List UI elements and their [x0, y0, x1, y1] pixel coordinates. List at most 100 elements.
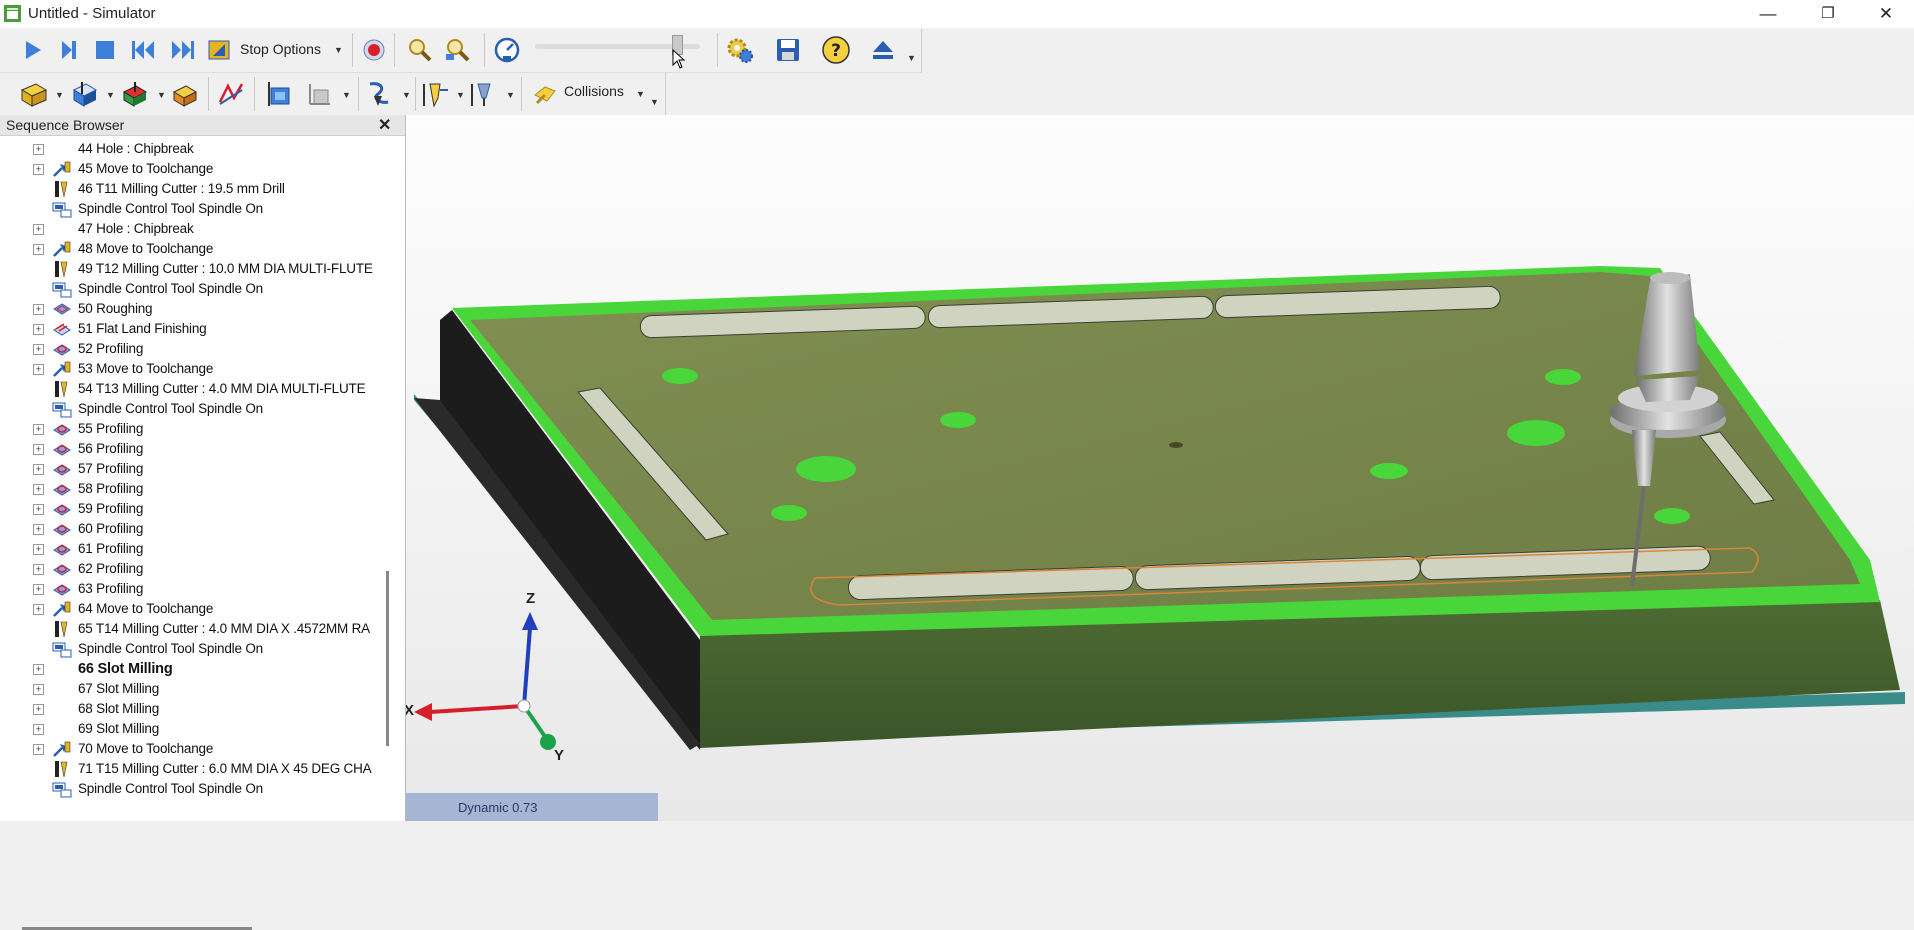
play-button[interactable]	[16, 33, 50, 67]
zoom-button[interactable]	[403, 33, 437, 67]
rewind-button[interactable]	[126, 33, 160, 67]
sequence-row[interactable]: 46 T11 Milling Cutter : 19.5 mm Drill	[0, 179, 380, 199]
sequence-tree[interactable]: +44 Hole : Chipbreak +45 Move to Toolchan…	[0, 139, 380, 811]
expand-icon[interactable]: +	[33, 444, 44, 455]
expand-icon[interactable]: +	[33, 524, 44, 535]
sequence-row[interactable]: Spindle Control Tool Spindle On	[0, 279, 380, 299]
minimize-button[interactable]: —	[1740, 0, 1796, 28]
sequence-row[interactable]: +48 Move to Toolchange	[0, 239, 380, 259]
expand-icon[interactable]: +	[33, 344, 44, 355]
sequence-row[interactable]: +58 Profiling	[0, 479, 380, 499]
stop-options-button[interactable]	[202, 33, 236, 67]
dropdown-icon[interactable]: ▼	[506, 90, 515, 100]
view-stock-button[interactable]	[66, 77, 100, 111]
dropdown-icon[interactable]: ▼	[106, 90, 115, 100]
settings-button[interactable]	[723, 33, 757, 67]
expand-icon[interactable]: +	[33, 224, 44, 235]
sequence-row[interactable]: +69 Slot Milling	[0, 719, 380, 739]
sequence-row[interactable]: +53 Move to Toolchange	[0, 359, 380, 379]
view-part-button[interactable]	[16, 77, 50, 111]
expand-icon[interactable]: +	[33, 664, 44, 675]
dropdown-icon[interactable]: ▼	[157, 90, 166, 100]
sequence-row[interactable]: 54 T13 Milling Cutter : 4.0 MM DIA MULTI…	[0, 379, 380, 399]
view-machine-button[interactable]	[168, 77, 202, 111]
save-button[interactable]	[771, 33, 805, 67]
dropdown-icon[interactable]: ▼	[456, 90, 465, 100]
expand-icon[interactable]: +	[33, 684, 44, 695]
view-top-button[interactable]	[263, 77, 297, 111]
expand-icon[interactable]: +	[33, 504, 44, 515]
sequence-row[interactable]: Spindle Control Tool Spindle On	[0, 199, 380, 219]
vertical-scrollbar[interactable]	[386, 571, 389, 746]
dropdown-icon[interactable]: ▼	[342, 90, 351, 100]
stop-button[interactable]	[88, 33, 122, 67]
sequence-row[interactable]: +70 Move to Toolchange	[0, 739, 380, 759]
stop-options-label[interactable]: Stop Options	[240, 41, 321, 57]
expand-icon[interactable]: +	[33, 304, 44, 315]
holder-display-button[interactable]	[466, 77, 500, 111]
simulation-viewport[interactable]: Z X Y	[406, 115, 1914, 821]
sequence-row[interactable]: +57 Profiling	[0, 459, 380, 479]
sequence-row[interactable]: +68 Slot Milling	[0, 699, 380, 719]
stop-options-dropdown-icon[interactable]: ▼	[334, 45, 343, 55]
toolbar-overflow-icon[interactable]: ▼	[650, 97, 659, 107]
sequence-row[interactable]: 71 T15 Milling Cutter : 6.0 MM DIA X 45 …	[0, 759, 380, 779]
view-fixture-button[interactable]	[117, 77, 151, 111]
sequence-row[interactable]: +52 Profiling	[0, 339, 380, 359]
step-button[interactable]	[52, 33, 86, 67]
tool-display-button[interactable]	[418, 77, 452, 111]
sequence-row[interactable]: +50 Roughing	[0, 299, 380, 319]
sequence-row[interactable]: +66 Slot Milling	[0, 659, 380, 679]
fast-forward-button[interactable]	[166, 33, 200, 67]
expand-icon[interactable]: +	[33, 584, 44, 595]
sequence-row[interactable]: +63 Profiling	[0, 579, 380, 599]
view-orient-button[interactable]	[302, 77, 336, 111]
help-button[interactable]: ?	[819, 33, 853, 67]
close-button[interactable]: ✕	[1858, 0, 1914, 28]
restore-button[interactable]: ❐	[1800, 0, 1856, 28]
sequence-row[interactable]: +47 Hole : Chipbreak	[0, 219, 380, 239]
sequence-row[interactable]: +56 Profiling	[0, 439, 380, 459]
sequence-row[interactable]: 49 T12 Milling Cutter : 10.0 MM DIA MULT…	[0, 259, 380, 279]
expand-icon[interactable]: +	[33, 544, 44, 555]
dropdown-icon[interactable]: ▼	[55, 90, 64, 100]
expand-icon[interactable]: +	[33, 164, 44, 175]
expand-icon[interactable]: +	[33, 424, 44, 435]
sequence-row[interactable]: Spindle Control Tool Spindle On	[0, 399, 380, 419]
sequence-row[interactable]: +64 Move to Toolchange	[0, 599, 380, 619]
collisions-label[interactable]: Collisions	[564, 83, 624, 99]
sequence-row[interactable]: +60 Profiling	[0, 519, 380, 539]
expand-icon[interactable]: +	[33, 604, 44, 615]
expand-icon[interactable]: +	[33, 324, 44, 335]
collisions-dropdown-icon[interactable]: ▼	[636, 89, 645, 99]
speed-button[interactable]	[490, 33, 524, 67]
sequence-row[interactable]: +55 Profiling	[0, 419, 380, 439]
zoom-fit-button[interactable]	[441, 33, 475, 67]
record-button[interactable]	[357, 33, 391, 67]
eject-button[interactable]	[866, 33, 900, 67]
sequence-row[interactable]: +67 Slot Milling	[0, 679, 380, 699]
sequence-row[interactable]: +61 Profiling	[0, 539, 380, 559]
expand-icon[interactable]: +	[33, 564, 44, 575]
expand-icon[interactable]: +	[33, 724, 44, 735]
sequence-browser-close-button[interactable]: ✕	[378, 115, 391, 135]
dropdown-icon[interactable]: ▼	[402, 90, 411, 100]
toolpath-button[interactable]	[214, 77, 248, 111]
sequence-row[interactable]: 65 T14 Milling Cutter : 4.0 MM DIA X .45…	[0, 619, 380, 639]
sequence-row[interactable]: +45 Move to Toolchange	[0, 159, 380, 179]
sequence-row[interactable]: +62 Profiling	[0, 559, 380, 579]
expand-icon[interactable]: +	[33, 744, 44, 755]
tool-view-button[interactable]	[362, 77, 396, 111]
sequence-row[interactable]: +44 Hole : Chipbreak	[0, 139, 380, 159]
collisions-button[interactable]	[528, 77, 562, 111]
sequence-row[interactable]: +59 Profiling	[0, 499, 380, 519]
expand-icon[interactable]: +	[33, 364, 44, 375]
sequence-row[interactable]: +51 Flat Land Finishing	[0, 319, 380, 339]
eject-dropdown-icon[interactable]: ▼	[907, 53, 916, 63]
sequence-row[interactable]: Spindle Control Tool Spindle On	[0, 779, 380, 799]
sequence-row[interactable]: Spindle Control Tool Spindle On	[0, 639, 380, 659]
expand-icon[interactable]: +	[33, 704, 44, 715]
expand-icon[interactable]: +	[33, 484, 44, 495]
expand-icon[interactable]: +	[33, 464, 44, 475]
expand-icon[interactable]: +	[33, 244, 44, 255]
